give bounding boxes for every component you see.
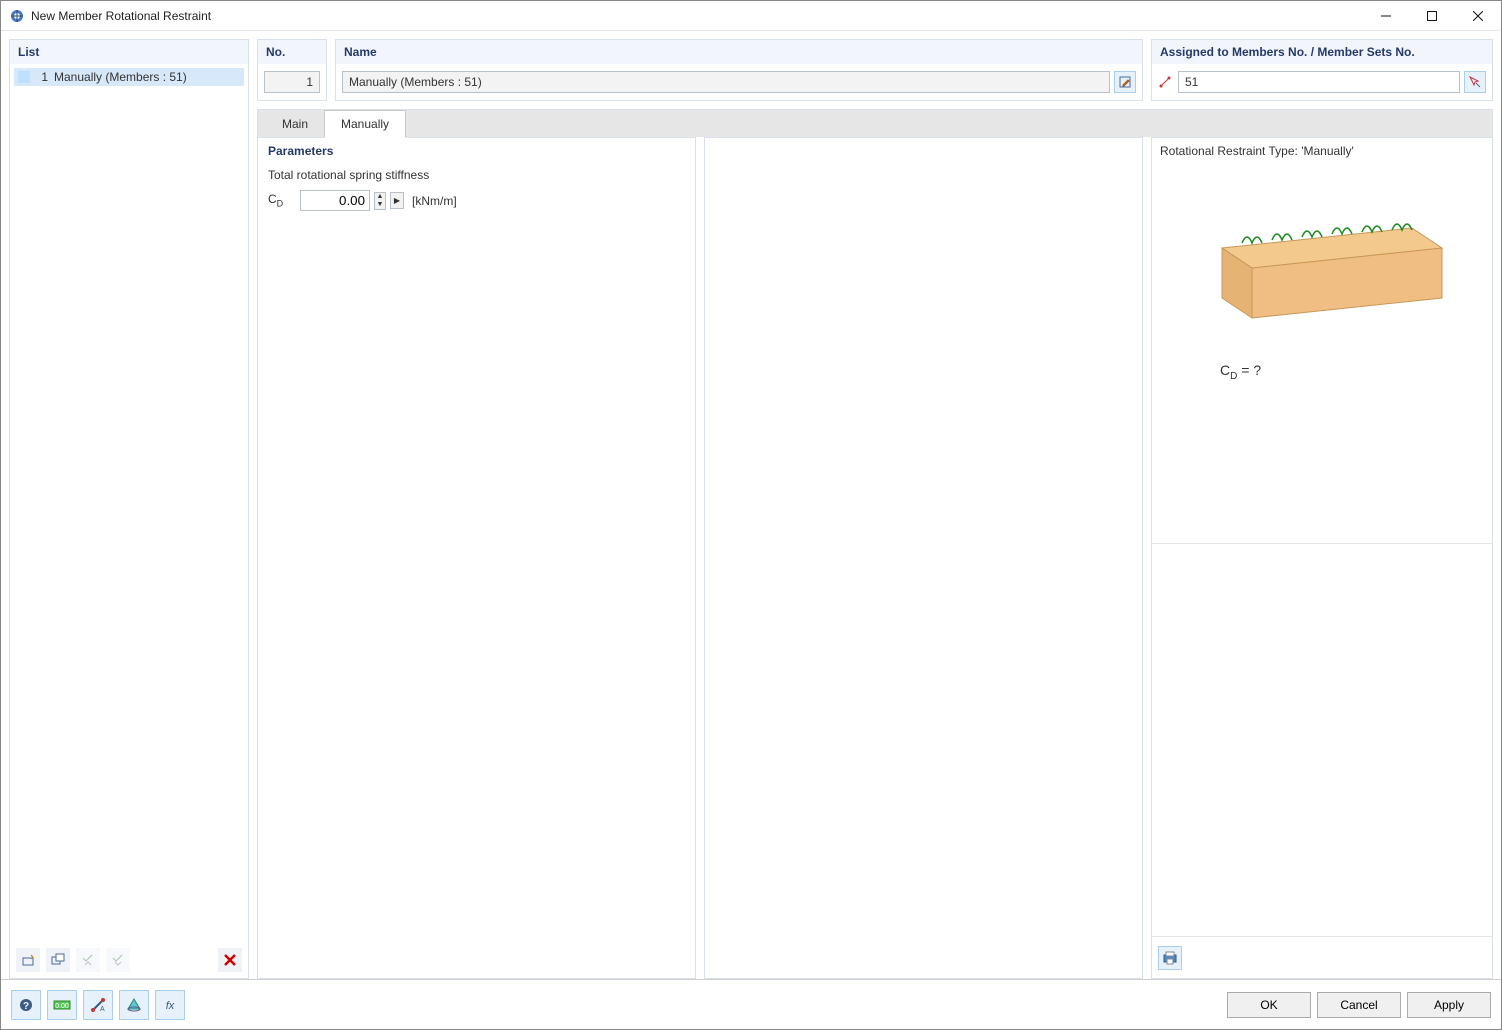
selection-icon [1158, 75, 1172, 89]
parameters-panel: Parameters Total rotational spring stiff… [257, 137, 696, 979]
check-down-button[interactable] [76, 948, 100, 972]
member-selection-button[interactable]: A [83, 990, 113, 1020]
name-panel: Name [335, 39, 1143, 101]
view-3d-button[interactable] [119, 990, 149, 1020]
delete-item-button[interactable] [218, 948, 242, 972]
svg-text:?: ? [23, 1001, 29, 1012]
list-item-number: 1 [36, 70, 48, 84]
help-button[interactable]: ? [11, 990, 41, 1020]
dialog-window: New Member Rotational Restraint List 1 [0, 0, 1502, 1030]
parameters-label: Total rotational spring stiffness [268, 168, 685, 182]
new-item-button[interactable] [16, 948, 40, 972]
window-title: New Member Rotational Restraint [31, 9, 1363, 23]
content: List 1 Manually (Members : 51) [1, 31, 1501, 979]
assigned-panel: Assigned to Members No. / Member Sets No… [1151, 39, 1493, 101]
cancel-button[interactable]: Cancel [1317, 992, 1401, 1018]
svg-text:A: A [100, 1006, 105, 1013]
units-button[interactable]: 0.00 [47, 990, 77, 1020]
list-item-label: Manually (Members : 51) [54, 70, 240, 84]
assigned-input[interactable] [1178, 71, 1460, 93]
stiffness-spinner[interactable]: ▲ ▼ [374, 192, 386, 210]
apply-button[interactable]: Apply [1407, 992, 1491, 1018]
list-item[interactable]: 1 Manually (Members : 51) [14, 68, 244, 86]
no-panel: No. [257, 39, 327, 101]
tab-manually[interactable]: Manually [324, 110, 406, 138]
parameter-symbol: CD [268, 192, 296, 208]
parameter-row: CD ▲ ▼ ▶ [kNm/m] [268, 190, 685, 211]
stiffness-unit: [kNm/m] [412, 194, 457, 208]
ok-button[interactable]: OK [1227, 992, 1311, 1018]
tabs: Main Manually [257, 109, 1493, 137]
right-column: No. Name Assigned to Members No. [257, 39, 1493, 979]
preview-title: Rotational Restraint Type: 'Manually' [1160, 144, 1484, 158]
edit-name-button[interactable] [1114, 71, 1136, 93]
stiffness-input[interactable] [300, 190, 370, 211]
list-item-swatch [18, 71, 30, 83]
titlebar: New Member Rotational Restraint [1, 1, 1501, 31]
fx-button[interactable]: fx [155, 990, 185, 1020]
app-icon [9, 8, 25, 24]
tab-main[interactable]: Main [266, 111, 324, 137]
left-column: List 1 Manually (Members : 51) [9, 39, 249, 979]
preview-panel: Rotational Restraint Type: 'Manually' [1151, 137, 1493, 979]
copy-item-button[interactable] [46, 948, 70, 972]
close-button[interactable] [1455, 1, 1501, 31]
list-body[interactable]: 1 Manually (Members : 51) [10, 64, 248, 942]
svg-text:0.00: 0.00 [55, 1003, 69, 1010]
svg-text:fx: fx [166, 1000, 175, 1012]
check-up-button[interactable] [106, 948, 130, 972]
parameters-heading: Parameters [268, 144, 685, 158]
list-heading: List [10, 40, 248, 64]
no-heading: No. [258, 40, 326, 64]
spinner-down-icon[interactable]: ▼ [375, 201, 385, 209]
window-controls [1363, 1, 1501, 31]
preview-image [1160, 188, 1484, 338]
assigned-heading: Assigned to Members No. / Member Sets No… [1152, 40, 1492, 64]
name-input[interactable] [342, 71, 1110, 93]
spinner-up-icon[interactable]: ▲ [375, 193, 385, 201]
name-heading: Name [336, 40, 1142, 64]
pick-members-button[interactable] [1464, 71, 1486, 93]
preview-empty [1152, 543, 1492, 937]
preview-caption: CD = ? [1220, 362, 1484, 382]
no-input[interactable] [264, 71, 320, 93]
print-preview-button[interactable] [1158, 946, 1182, 970]
main-row: Parameters Total rotational spring stiff… [257, 137, 1493, 979]
top-row: No. Name Assigned to Members No. [257, 39, 1493, 101]
stiffness-menu-button[interactable]: ▶ [390, 192, 404, 209]
list-panel: List 1 Manually (Members : 51) [9, 39, 249, 979]
minimize-button[interactable] [1363, 1, 1409, 31]
blank-panel [704, 137, 1143, 979]
preview-body: Rotational Restraint Type: 'Manually' [1152, 138, 1492, 543]
bottom-bar: ? 0.00 A fx OK Cancel Apply [1, 979, 1501, 1029]
preview-footer [1152, 936, 1492, 978]
maximize-button[interactable] [1409, 1, 1455, 31]
list-toolbar [10, 942, 248, 978]
